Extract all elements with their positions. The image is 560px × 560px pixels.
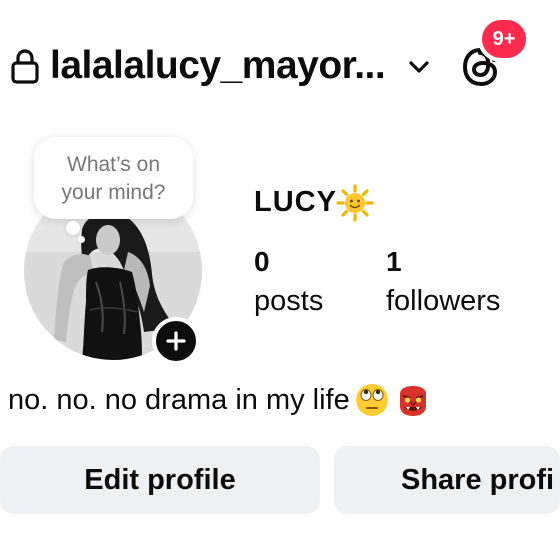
ogre-icon (398, 386, 427, 416)
posts-label: posts (254, 285, 324, 317)
bio-text: no. no. no drama in my life (8, 384, 350, 416)
note-prompt-line1: What’s on (67, 153, 160, 176)
note-bubble[interactable]: What’s on your mind? (34, 137, 193, 219)
note-prompt-line2: your mind? (61, 181, 166, 204)
share-profile-label: Share profi (401, 464, 555, 496)
account-username[interactable]: lalalalucy_mayor... (50, 40, 386, 92)
followers-count: 1 (386, 246, 402, 277)
face-with-rolling-eyes-icon (356, 384, 389, 416)
share-profile-button[interactable]: Share profi (334, 446, 560, 514)
stat-posts[interactable]: 0 posts (254, 243, 323, 321)
profile-header: lalalalucy_mayor... 9+ (0, 0, 560, 120)
add-story-button[interactable] (152, 317, 200, 365)
profile-page: lalalalucy_mayor... 9+ What’s on your mi… (0, 0, 560, 560)
lock-icon (11, 49, 39, 84)
plus-icon (166, 331, 186, 351)
sun-with-face-icon (336, 184, 374, 222)
followers-label: followers (386, 285, 501, 317)
stat-followers[interactable]: 1 followers (386, 243, 500, 321)
chevron-down-icon[interactable] (405, 55, 433, 79)
bio: no. no. no drama in my life (8, 378, 431, 422)
note-tail-dot (66, 221, 80, 235)
note-tail-dot-small (78, 236, 85, 243)
notification-badge[interactable]: 9+ (478, 16, 530, 62)
edit-profile-button[interactable]: Edit profile (0, 446, 320, 514)
posts-count: 0 (254, 246, 270, 277)
display-name: LUCY (254, 186, 337, 218)
